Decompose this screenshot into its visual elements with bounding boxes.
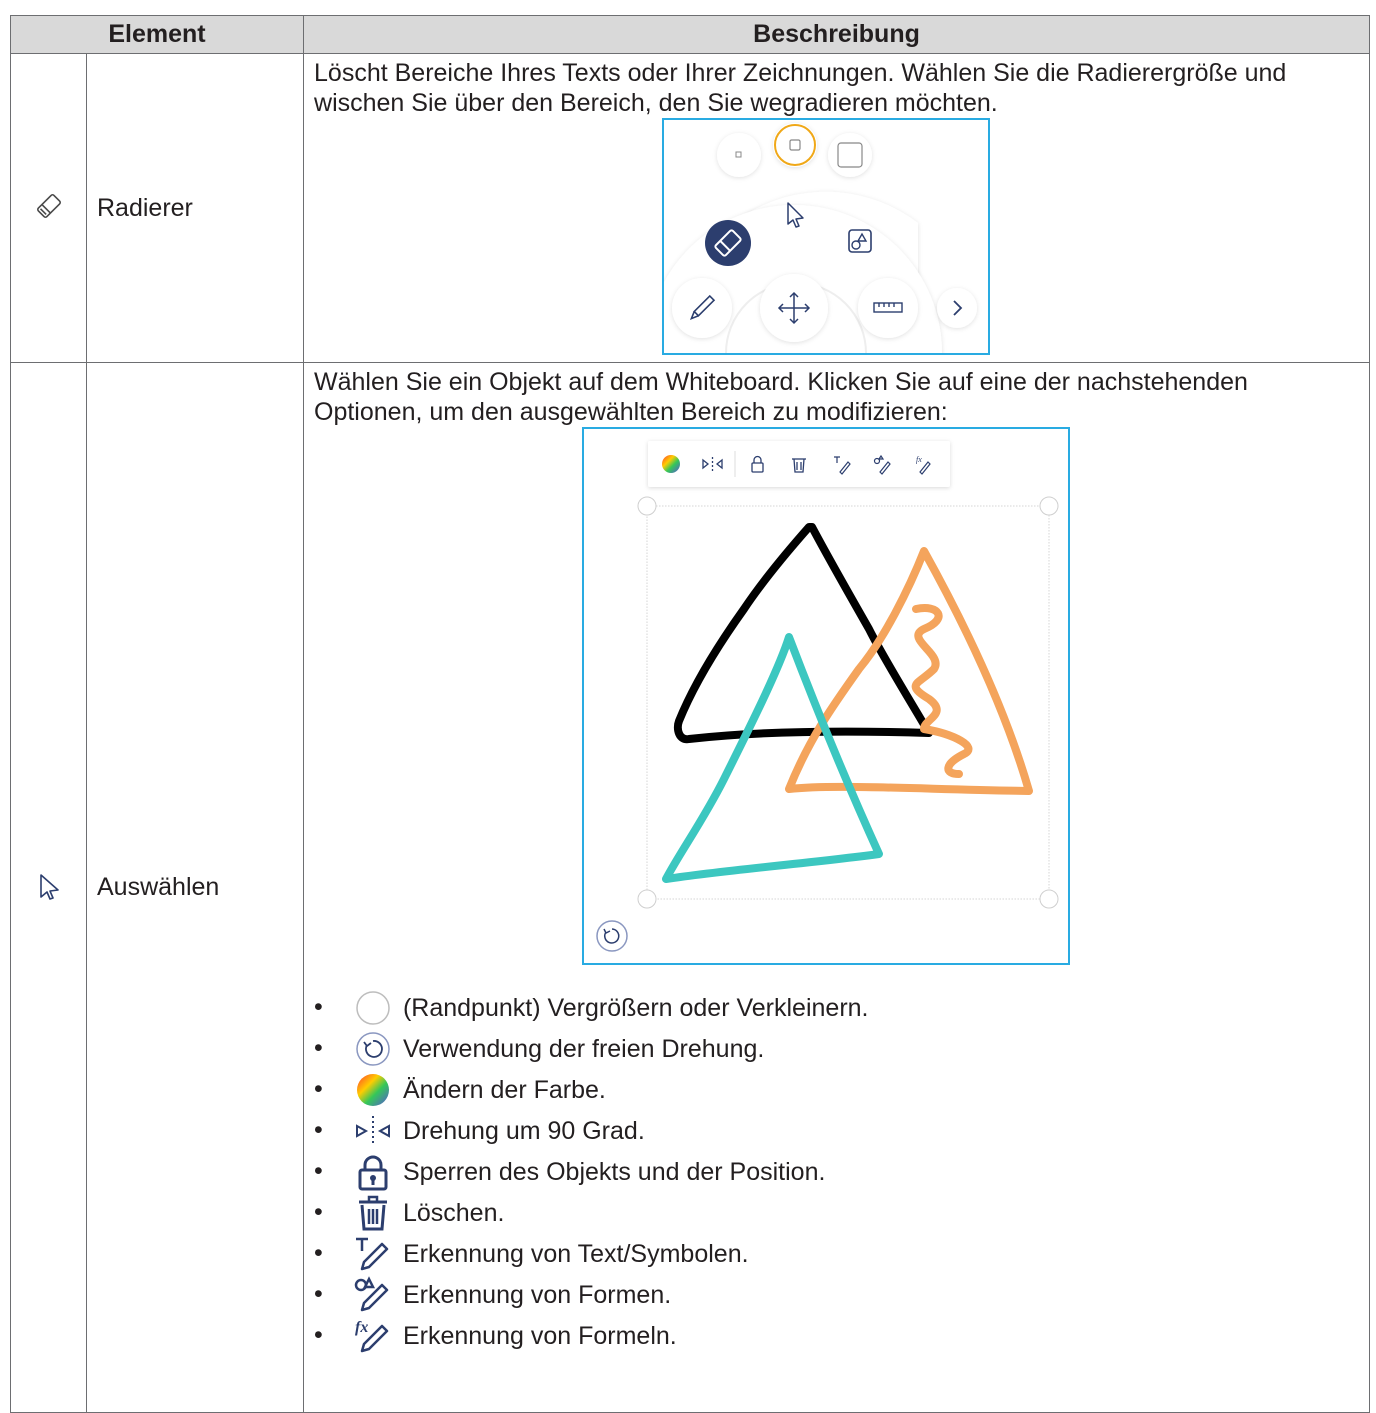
list-item-text: (Randpunkt) Vergrößern oder Verkleinern. <box>402 993 869 1022</box>
eraser-size-large[interactable] <box>828 133 873 177</box>
list-item-text: Ändern der Farbe. <box>402 1075 606 1104</box>
row-name: Auswählen <box>85 362 305 1413</box>
list-item-text: Verwendung der freien Drehung. <box>402 1034 765 1063</box>
list-item: • Löschen. <box>314 1192 1369 1233</box>
black-triangle-drawing <box>673 523 934 744</box>
list-item-text: Löschen. <box>402 1198 505 1227</box>
orange-triangle-drawing <box>785 547 1034 795</box>
feature-table: Element Beschreibung Radierer Löscht Ber… <box>9 15 1370 1413</box>
header-description: Beschreibung <box>303 15 1370 54</box>
list-item: • Drehung um 90 Grad. <box>314 1110 1369 1151</box>
eraser-size-small[interactable] <box>717 133 762 177</box>
color-wheel-icon <box>354 1071 392 1109</box>
selection-frame <box>646 505 1050 900</box>
selection-figure: fx <box>582 427 1071 965</box>
eraser-tool-button[interactable] <box>705 220 752 266</box>
list-item: • Verwendung der freien Drehung. <box>314 1028 1369 1069</box>
orange-zigzag-drawing <box>911 604 973 778</box>
list-item-text: Sperren des Objekts und der Position. <box>402 1157 826 1186</box>
rotate-icon[interactable] <box>596 920 628 952</box>
handle-point-icon[interactable] <box>1039 889 1059 909</box>
option-list: • (Randpunkt) Vergrößern oder Verkleiner… <box>304 987 1369 1356</box>
list-item: • Erkennung von Formen. <box>314 1274 1369 1315</box>
row-icon-cell <box>10 53 87 363</box>
list-item: • Sperren des Objekts und der Position. <box>314 1151 1369 1192</box>
row-description: Wählen Sie ein Objekt auf dem Whiteboard… <box>314 368 1248 426</box>
text-recognition-icon <box>354 1235 392 1273</box>
svg-text:fx: fx <box>355 1319 368 1336</box>
eraser-icon <box>34 191 64 226</box>
header-element: Element <box>9 15 305 54</box>
flip-icon <box>354 1112 392 1150</box>
list-item-text: Erkennung von Formeln. <box>402 1321 677 1350</box>
handle-point-icon[interactable] <box>637 889 657 909</box>
shape-recognition-icon <box>354 1276 392 1314</box>
row-description: Löscht Bereiche Ihres Texts oder Ihrer Z… <box>314 59 1287 117</box>
list-item-text: Erkennung von Formen. <box>402 1280 672 1309</box>
svg-text:fx: fx <box>916 455 922 464</box>
list-item: • Ändern der Farbe. <box>314 1069 1369 1110</box>
list-item: • (Randpunkt) Vergrößern oder Verkleiner… <box>314 987 1369 1028</box>
list-item-text: Drehung um 90 Grad. <box>402 1116 645 1145</box>
table-row: Radierer Löscht Bereiche Ihres Texts ode… <box>10 53 1370 501</box>
trash-icon <box>354 1194 392 1232</box>
lock-icon <box>354 1153 392 1191</box>
list-item: • Erkennung von Text/Symbolen. <box>314 1233 1369 1274</box>
row-icon-cell <box>10 362 87 1413</box>
selection-illustration: fx <box>596 441 1059 952</box>
selection-toolbar <box>648 441 951 487</box>
eraser-toolbar-illustration <box>646 123 978 501</box>
formula-recognition-icon: fx <box>354 1317 392 1355</box>
row-description-cell: Wählen Sie ein Objekt auf dem Whiteboard… <box>303 362 1370 1413</box>
color-wheel-icon[interactable] <box>662 455 681 473</box>
list-item-text: Erkennung von Text/Symbolen. <box>402 1239 749 1268</box>
row-name: Radierer <box>85 53 305 363</box>
handle-point-icon[interactable] <box>1039 496 1059 516</box>
table-row: Auswählen Wählen Sie ein Objekt auf dem … <box>10 362 1370 1413</box>
eraser-toolbar-figure <box>646 118 991 501</box>
rotate-icon <box>354 1030 392 1068</box>
select-arrow-icon <box>34 870 64 905</box>
row-description-cell: Löscht Bereiche Ihres Texts oder Ihrer Z… <box>303 53 1370 501</box>
handle-point-icon <box>354 989 392 1027</box>
list-item: • fx Erkennung von Formeln. <box>314 1315 1369 1356</box>
handle-point-icon[interactable] <box>637 496 657 516</box>
eraser-size-medium[interactable] <box>774 124 817 166</box>
table-header-row: Element Beschreibung <box>9 15 1370 54</box>
